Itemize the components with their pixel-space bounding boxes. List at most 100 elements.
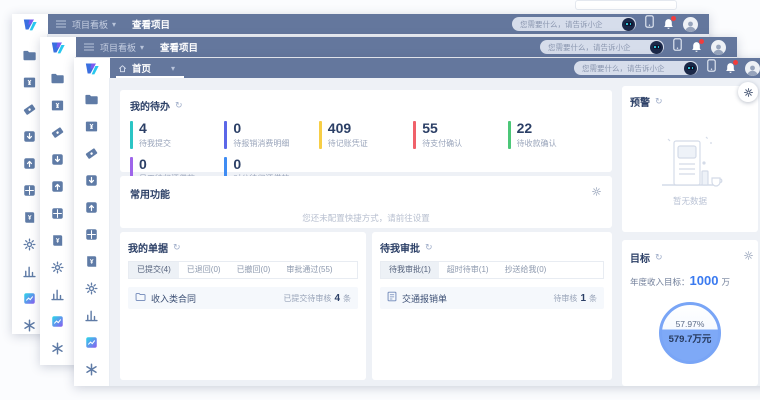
approval-row[interactable]: 交通报销单 待审核 1 条 — [380, 287, 604, 309]
caret-down-icon[interactable]: ▾ — [171, 64, 175, 73]
refresh-icon[interactable]: ↻ — [173, 242, 181, 253]
common-empty-text[interactable]: 您还未配置快捷方式，请前往设置 — [130, 212, 602, 224]
tab-overdue[interactable]: 超时待审(1) — [439, 262, 497, 278]
avatar[interactable] — [711, 40, 726, 55]
report-icon[interactable] — [22, 291, 37, 306]
income-icon[interactable] — [50, 179, 65, 194]
refresh-icon[interactable]: ↻ — [425, 242, 433, 253]
report-icon[interactable] — [84, 335, 99, 350]
hamburger-icon[interactable] — [56, 20, 66, 28]
assistant-search-input[interactable]: 您需要什么，请告诉小企 — [574, 61, 698, 75]
folder-icon[interactable] — [22, 48, 37, 63]
income-icon[interactable] — [84, 200, 99, 215]
bell-icon[interactable] — [691, 41, 702, 53]
app-logo[interactable] — [40, 37, 76, 57]
expense-icon[interactable] — [84, 173, 99, 188]
caret-down-icon[interactable]: ▾ — [140, 43, 144, 52]
app-logo[interactable] — [74, 58, 110, 78]
todo-item[interactable]: 4待我提交 — [130, 121, 224, 149]
ledger-icon[interactable] — [50, 233, 65, 248]
caret-down-icon[interactable]: ▾ — [112, 20, 116, 29]
robot-icon[interactable] — [684, 62, 697, 75]
stat-bar — [130, 121, 133, 149]
phone-icon[interactable] — [645, 15, 654, 33]
logo-icon — [50, 40, 67, 55]
todo-item[interactable]: 409待记账凭证 — [319, 121, 413, 149]
expense-icon[interactable] — [50, 152, 65, 167]
tab-pending-approval[interactable]: 待我审批(1) — [381, 262, 439, 278]
report-icon[interactable] — [50, 314, 65, 329]
active-page-tab[interactable]: 查看项目 — [132, 17, 170, 31]
calculator-icon[interactable] — [84, 227, 99, 242]
goal-card: 目标 ↻ 年度收入目标： 1000 万 57.97% 579.7万元 — [622, 240, 758, 386]
asterisk-icon[interactable] — [50, 341, 65, 356]
todo-item[interactable]: 0待报销消费明细 — [224, 121, 318, 149]
bar-chart-icon[interactable] — [22, 264, 37, 279]
active-page-tab[interactable]: 查看项目 — [160, 40, 198, 54]
assistant-search-input[interactable]: 您需要什么，请告诉小企 — [512, 17, 636, 31]
receipt-icon — [387, 289, 397, 307]
bar-chart-icon[interactable] — [84, 308, 99, 323]
bell-icon[interactable] — [725, 62, 736, 74]
tab-returned[interactable]: 已退回(0) — [179, 262, 229, 278]
assistant-search-input[interactable]: 您需要什么，请告诉小企 — [540, 40, 664, 54]
ticket-icon[interactable] — [84, 146, 99, 161]
board-menu[interactable]: 项目看板 — [72, 18, 108, 31]
ticket-icon[interactable] — [50, 125, 65, 140]
phone-icon[interactable] — [707, 59, 716, 77]
settings-gear-icon[interactable] — [591, 184, 602, 202]
liquid-gauge-chart: 57.97% 579.7万元 — [659, 302, 721, 364]
invoice-icon[interactable] — [22, 75, 37, 90]
robot-icon[interactable] — [622, 18, 635, 31]
sidebar — [40, 57, 76, 365]
todo-item[interactable]: 55待支付确认 — [413, 121, 507, 149]
sidebar — [74, 78, 110, 386]
asterisk-icon[interactable] — [84, 362, 99, 377]
board-menu[interactable]: 项目看板 — [100, 41, 136, 54]
hamburger-icon[interactable] — [84, 43, 94, 51]
stat-bar — [413, 121, 416, 149]
asterisk-icon[interactable] — [22, 318, 37, 333]
robot-icon[interactable] — [650, 41, 663, 54]
avatar[interactable] — [683, 17, 698, 32]
settings-gear-icon[interactable] — [743, 248, 754, 266]
folder-icon[interactable] — [50, 71, 65, 86]
folder-icon[interactable] — [84, 92, 99, 107]
phone-icon[interactable] — [673, 38, 682, 56]
todo-item[interactable]: 22待收款确认 — [508, 121, 602, 149]
dashboard-settings-button[interactable] — [738, 82, 758, 102]
ledger-icon[interactable] — [84, 254, 99, 269]
ledger-icon[interactable] — [22, 210, 37, 225]
bell-icon[interactable] — [663, 18, 674, 30]
gear-icon[interactable] — [22, 237, 37, 252]
document-row[interactable]: 收入类合同 已提交待审核 4 条 — [128, 287, 358, 309]
tab-cc-to-me[interactable]: 抄送给我(0) — [497, 262, 555, 278]
app-logo[interactable] — [12, 14, 48, 34]
gear-icon[interactable] — [84, 281, 99, 296]
invoice-icon[interactable] — [84, 119, 99, 134]
calculator-icon[interactable] — [50, 206, 65, 221]
common-title: 常用功能 — [130, 186, 170, 201]
refresh-icon[interactable]: ↻ — [655, 252, 663, 263]
approvals-tabbar: 待我审批(1) 超时待审(1) 抄送给我(0) — [380, 261, 604, 279]
avatar[interactable] — [745, 61, 760, 76]
tab-home[interactable]: 首页 — [132, 61, 151, 75]
bar-chart-icon[interactable] — [50, 287, 65, 302]
stat-value: 0 — [233, 157, 289, 172]
approval-count: 1 — [580, 293, 586, 304]
refresh-icon[interactable]: ↻ — [175, 100, 183, 111]
home-icon — [118, 64, 127, 73]
gear-icon[interactable] — [50, 260, 65, 275]
refresh-icon[interactable]: ↻ — [655, 96, 663, 107]
tab-approved[interactable]: 审批通过(55) — [278, 262, 340, 278]
expense-icon[interactable] — [22, 129, 37, 144]
calculator-icon[interactable] — [22, 183, 37, 198]
titlebar-actions: 您需要什么，请告诉小企 — [540, 37, 726, 57]
ticket-icon[interactable] — [22, 102, 37, 117]
approval-status: 待审核 — [553, 293, 577, 304]
tab-withdrawn[interactable]: 已撤回(0) — [229, 262, 279, 278]
income-icon[interactable] — [22, 156, 37, 171]
approvals-card: 待我审批 ↻ 待我审批(1) 超时待审(1) 抄送给我(0) 交通报销单 待审核… — [372, 232, 612, 380]
invoice-icon[interactable] — [50, 98, 65, 113]
tab-submitted[interactable]: 已提交(4) — [129, 262, 179, 278]
